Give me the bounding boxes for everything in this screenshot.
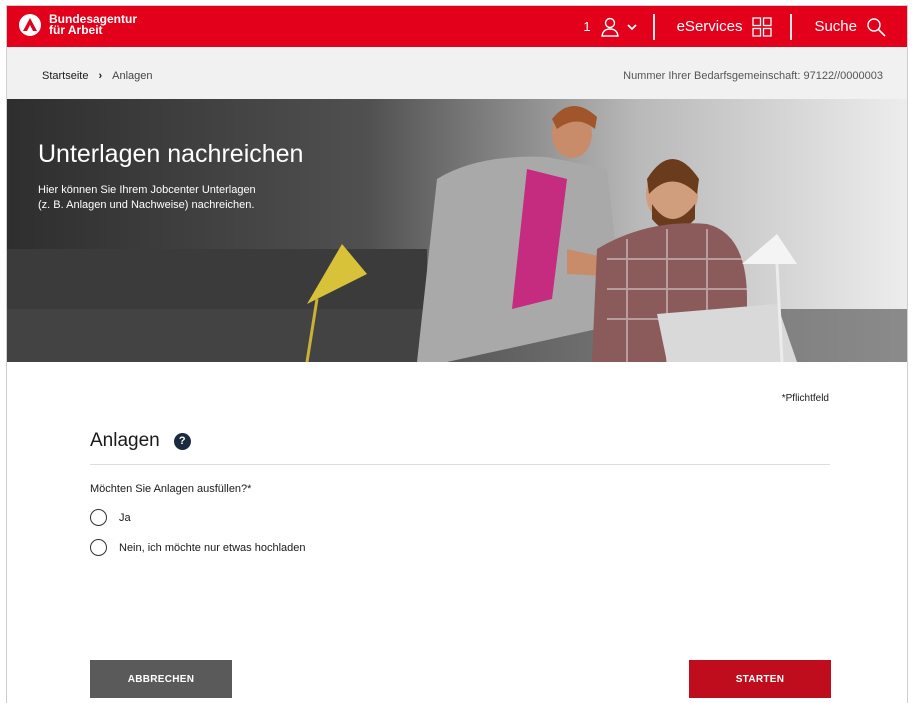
breadcrumb-current: Anlagen (112, 70, 153, 82)
eservices-link[interactable]: eServices (677, 18, 743, 35)
breadcrumb-separator-icon: › (98, 70, 103, 82)
agency-logo-icon (19, 14, 41, 36)
hero-banner: Unterlagen nachreichen Hier können Sie I… (7, 99, 907, 362)
header-divider (652, 13, 655, 40)
top-bar-actions: 1 eServices Suche (583, 6, 907, 47)
radio-button[interactable] (90, 509, 107, 526)
hero-description-line-2: (z. B. Anlagen und Nachweise) nachreiche… (38, 199, 255, 211)
bedarfsgemeinschaft-number: Nummer Ihrer Bedarfsgemeinschaft: 97122/… (623, 70, 883, 82)
radio-label[interactable]: Nein, ich möchte nur etwas hochladen (119, 542, 306, 554)
help-icon[interactable]: ? (173, 432, 191, 450)
radio-label[interactable]: Ja (119, 512, 131, 524)
user-count-badge: 1 (583, 19, 591, 34)
hero-description: Hier können Sie Ihrem Jobcenter Unterlag… (38, 183, 338, 213)
hero-description-line-1: Hier können Sie Ihrem Jobcenter Unterlag… (38, 184, 256, 196)
section-header: Anlagen ? (90, 430, 191, 452)
breadcrumb-home-link[interactable]: Startseite (42, 70, 88, 82)
section-title: Anlagen (90, 430, 160, 451)
chevron-down-icon[interactable] (626, 22, 637, 32)
user-icon[interactable] (599, 16, 621, 38)
radio-button[interactable] (90, 539, 107, 556)
top-navigation-bar: Bundesagentur für Arbeit 1 eServices Suc… (7, 6, 907, 47)
cancel-button[interactable]: ABBRECHEN (90, 660, 232, 698)
radio-option-nein[interactable]: Nein, ich möchte nur etwas hochladen (90, 539, 306, 556)
search-link[interactable]: Suche (814, 18, 857, 35)
search-icon[interactable] (865, 16, 887, 38)
radio-option-ja[interactable]: Ja (90, 509, 131, 526)
start-button[interactable]: STARTEN (689, 660, 831, 698)
hero-photo (7, 99, 907, 362)
grid-apps-icon[interactable] (752, 16, 773, 37)
header-divider (790, 13, 793, 40)
required-field-note: *Pflichtfeld (781, 393, 829, 404)
breadcrumb-bar: Startseite › Anlagen Nummer Ihrer Bedarf… (7, 47, 907, 99)
page-title: Unterlagen nachreichen (38, 140, 304, 168)
brand-logo[interactable]: Bundesagentur für Arbeit (19, 13, 137, 37)
breadcrumb: Startseite › Anlagen (42, 70, 153, 82)
section-divider (90, 464, 830, 465)
brand-name: Bundesagentur für Arbeit (49, 13, 137, 37)
page-frame: Bundesagentur für Arbeit 1 eServices Suc… (6, 5, 908, 703)
brand-line-2: für Arbeit (49, 23, 103, 37)
question-label: Möchten Sie Anlagen ausfüllen?* (90, 483, 252, 495)
